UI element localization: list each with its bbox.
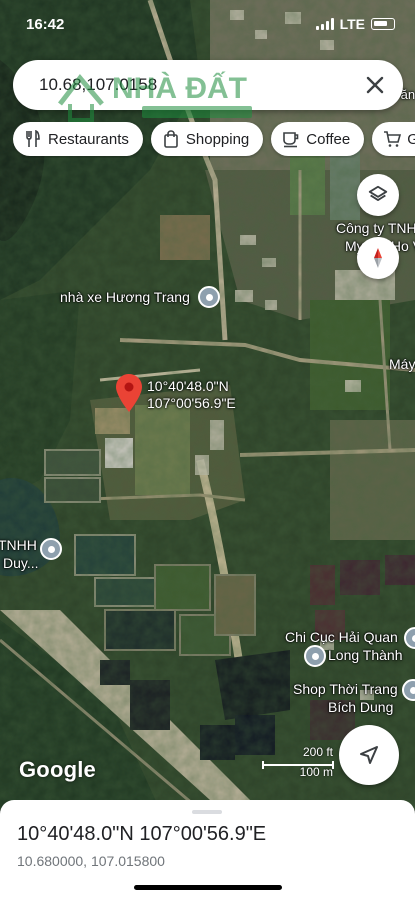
home-indicator[interactable] [134,885,282,890]
compass-icon [374,248,382,268]
poi-marker-icon[interactable] [40,538,62,560]
pin-latitude: 10°40'48.0"N [147,378,229,394]
poi-label-shop-line2[interactable]: Bích Dung [328,699,393,716]
layers-button[interactable] [357,174,399,216]
poi-label-may[interactable]: Máy [389,356,415,373]
poi-label-huong-trang[interactable]: nhà xe Hương Trang [60,289,190,306]
chip-label: Restaurants [48,130,129,148]
battery-icon [371,18,395,30]
map-scale: 200 ft 100 m [262,745,337,781]
chip-coffee[interactable]: Coffee [271,122,365,156]
poi-marker-icon[interactable] [304,645,326,667]
category-chips: Restaurants Shopping Coffee G [13,122,415,158]
coordinates-title: 10°40'48.0"N 107°00'56.9"E [17,823,267,845]
navigation-arrow-icon [360,746,378,764]
poi-label-shop-line1[interactable]: Shop Thời Trang [293,681,398,698]
status-indicators: LTE [315,16,395,32]
status-bar: 16:42 LTE [0,0,415,48]
pin-longitude: 107°00'56.9"E [147,395,236,411]
poi-label-hai-quan-line2[interactable]: Long Thành [328,647,402,664]
compass-button[interactable] [357,237,399,279]
coordinates-decimal[interactable]: 10.680000, 107.015800 [17,853,165,869]
carrier-label: LTE [339,16,365,32]
chip-groceries[interactable]: G [372,122,415,156]
chip-label: G [407,130,415,148]
pin-coordinate-label: 10°40'48.0"N 107°00'56.9"E [147,378,236,412]
search-query[interactable]: 10.68,107.0158 [39,75,157,95]
status-time: 16:42 [26,16,65,33]
poi-label-company-line1[interactable]: Công ty TNH [336,220,415,237]
poi-marker-icon[interactable] [198,286,220,308]
my-location-button[interactable] [339,725,399,785]
chip-restaurants[interactable]: Restaurants [13,122,143,156]
poi-label-tnhh-line1[interactable]: TNHH [0,537,37,554]
cart-icon [384,131,402,147]
sheet-drag-handle[interactable] [192,810,222,814]
scale-metric: 100 m [299,765,333,779]
search-bar[interactable]: 10.68,107.0158 [13,60,403,110]
shopping-bag-icon [164,130,178,148]
chip-shopping[interactable]: Shopping [150,122,264,156]
scale-imperial: 200 ft [302,745,333,759]
layers-icon [368,185,388,201]
coffee-cup-icon [283,132,299,148]
signal-icon [315,18,334,30]
google-attribution: Google [19,757,96,782]
close-icon[interactable] [361,71,389,99]
poi-label-tnhh-line2[interactable]: Duy... [3,555,39,572]
poi-label-hai-quan-line1[interactable]: Chi Cục Hải Quan [285,629,398,646]
chip-label: Coffee [306,130,351,148]
dropped-pin-icon[interactable] [116,374,142,412]
chip-label: Shopping [185,130,250,148]
fork-knife-icon [26,130,40,147]
